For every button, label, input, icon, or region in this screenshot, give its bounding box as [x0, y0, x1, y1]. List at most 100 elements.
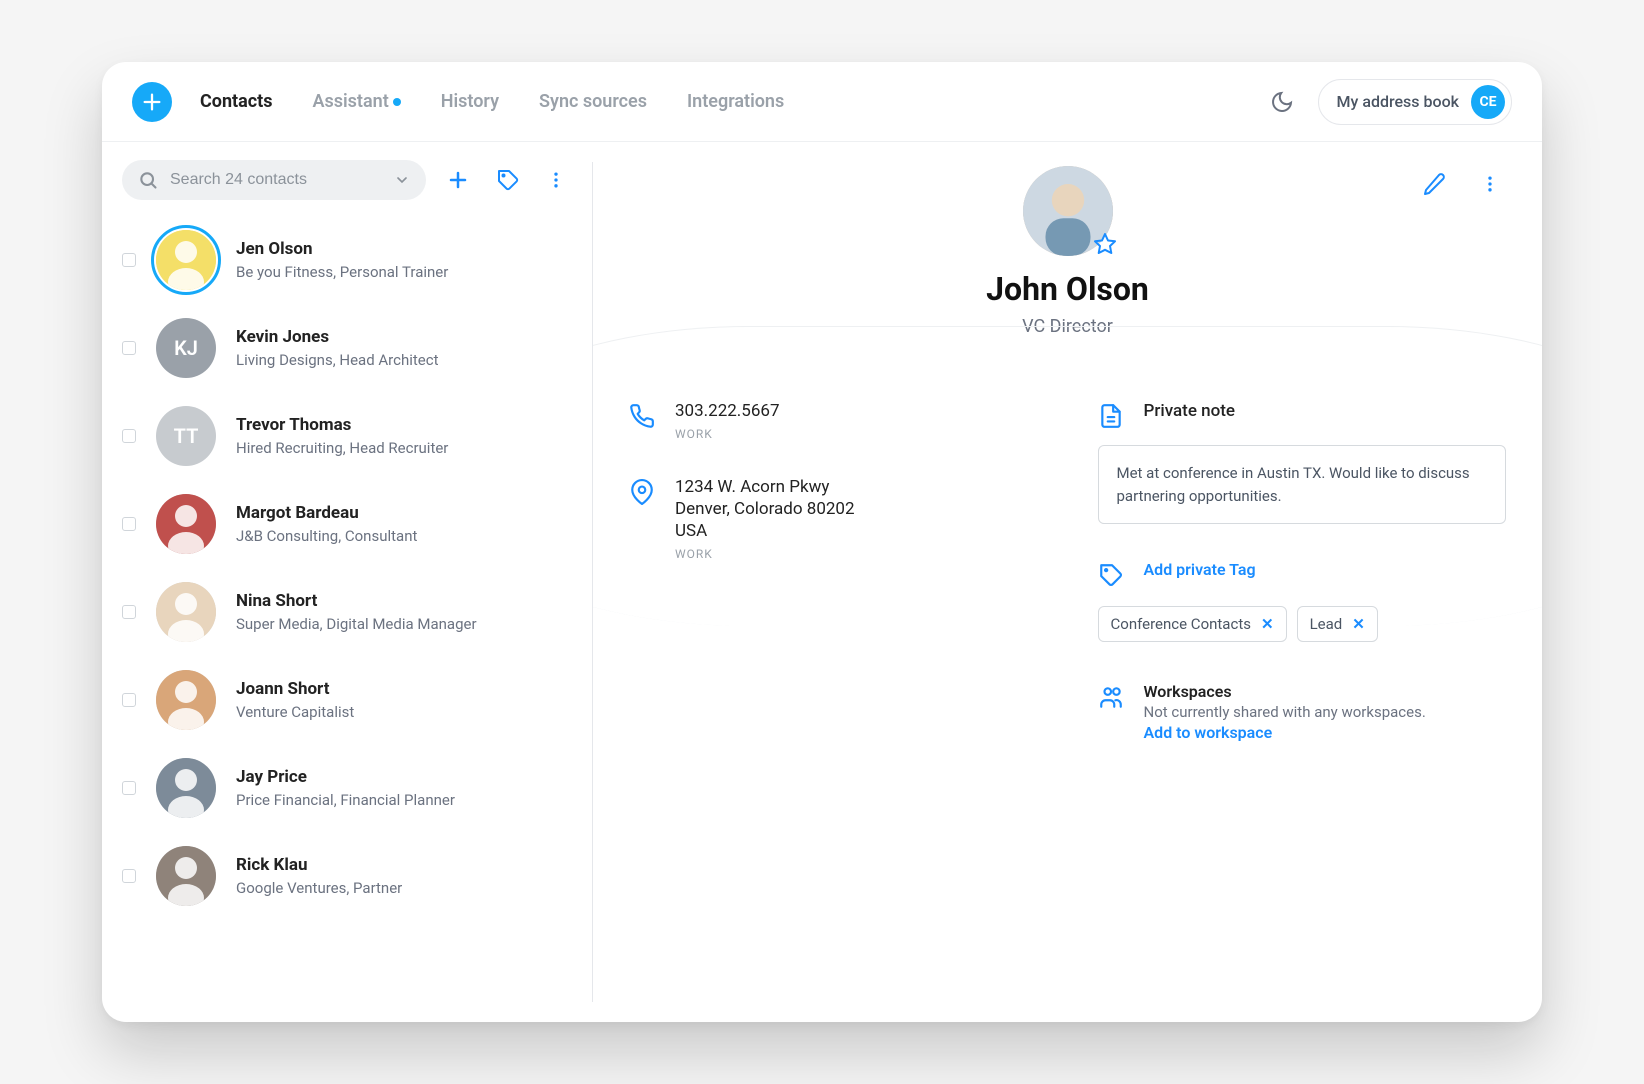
- contact-checkbox[interactable]: [122, 869, 136, 883]
- address-row[interactable]: 1234 W. Acorn PkwyDenver, Colorado 80202…: [629, 477, 1038, 561]
- workspaces-icon: [1098, 684, 1124, 710]
- workspace-selector[interactable]: My address book CE: [1318, 79, 1512, 125]
- note-text[interactable]: Met at conference in Austin TX. Would li…: [1098, 445, 1507, 524]
- more-button[interactable]: [540, 164, 572, 196]
- contact-row[interactable]: Joann ShortVenture Capitalist: [122, 656, 572, 744]
- contact-checkbox[interactable]: [122, 517, 136, 531]
- contact-subtitle: Super Media, Digital Media Manager: [236, 615, 477, 633]
- contact-name: Margot Bardeau: [236, 503, 417, 523]
- moon-icon: [1270, 90, 1294, 114]
- logo-plus-icon: [141, 91, 163, 113]
- note-icon: [1098, 403, 1124, 429]
- contact-subtitle: Google Ventures, Partner: [236, 879, 402, 897]
- contact-name: Trevor Thomas: [236, 415, 448, 435]
- add-tag-link[interactable]: Add private Tag: [1144, 560, 1256, 579]
- add-contact-button[interactable]: [440, 162, 476, 198]
- contact-list[interactable]: Jen OlsonBe you Fitness, Personal Traine…: [122, 210, 572, 1022]
- search-field[interactable]: [122, 160, 426, 200]
- contact-row[interactable]: Nina ShortSuper Media, Digital Media Man…: [122, 568, 572, 656]
- body: Jen OlsonBe you Fitness, Personal Traine…: [102, 142, 1542, 1022]
- topbar: Contacts Assistant History Sync sources Inte…: [102, 62, 1542, 142]
- contact-meta: Joann ShortVenture Capitalist: [236, 679, 354, 721]
- contact-avatar[interactable]: KJ: [156, 318, 216, 378]
- phone-label: WORK: [675, 427, 780, 441]
- contact-subtitle: Price Financial, Financial Planner: [236, 791, 455, 809]
- map-pin-icon: [629, 479, 655, 505]
- contact-row[interactable]: TTTrevor ThomasHired Recruiting, Head Re…: [122, 392, 572, 480]
- contact-checkbox[interactable]: [122, 781, 136, 795]
- contact-row[interactable]: Jay PricePrice Financial, Financial Plan…: [122, 744, 572, 832]
- contact-name: Kevin Jones: [236, 327, 438, 347]
- star-icon[interactable]: [1093, 232, 1117, 256]
- tag-remove-icon[interactable]: ✕: [1261, 615, 1274, 633]
- contact-row[interactable]: Margot Bardeau J&B Consulting, Consultant: [122, 480, 572, 568]
- contact-checkbox[interactable]: [122, 341, 136, 355]
- contact-avatar[interactable]: [156, 582, 216, 642]
- user-avatar-badge: CE: [1471, 85, 1505, 119]
- contact-avatar[interactable]: [156, 846, 216, 906]
- workspaces-title: Workspaces: [1144, 682, 1426, 701]
- theme-toggle[interactable]: [1264, 84, 1300, 120]
- contact-name: Jen Olson: [236, 239, 448, 259]
- contact-subtitle: J&B Consulting, Consultant: [236, 527, 417, 545]
- nav-notification-dot: [393, 98, 401, 106]
- contact-avatar[interactable]: [156, 494, 216, 554]
- tag-label: Lead: [1310, 615, 1343, 633]
- contact-title: VC Director: [1022, 316, 1113, 337]
- contact-avatar[interactable]: [156, 758, 216, 818]
- nav-item-history[interactable]: History: [441, 91, 499, 112]
- address-line: 1234 W. Acorn Pkwy: [675, 477, 855, 497]
- phone-row[interactable]: 303.222.5667 WORK: [629, 401, 1038, 441]
- nav-item-integrations[interactable]: Integrations: [687, 91, 784, 112]
- search-input[interactable]: [170, 171, 382, 189]
- address-line: Denver, Colorado 80202: [675, 499, 855, 519]
- tag-remove-icon[interactable]: ✕: [1352, 615, 1365, 633]
- tag-button[interactable]: [490, 162, 526, 198]
- right-column: Private note Met at conference in Austin…: [1098, 401, 1507, 742]
- workspace-label: My address book: [1337, 92, 1459, 111]
- contact-checkbox[interactable]: [122, 693, 136, 707]
- address-line: USA: [675, 521, 855, 541]
- contact-checkbox[interactable]: [122, 253, 136, 267]
- contact-row[interactable]: Rick KlauGoogle Ventures, Partner: [122, 832, 572, 920]
- nav-item-contacts[interactable]: Contacts: [200, 91, 272, 112]
- tag-icon: [1098, 562, 1124, 588]
- tag-chip[interactable]: Lead ✕: [1297, 606, 1378, 642]
- note-label: Private note: [1144, 401, 1236, 421]
- contact-meta: Jay PricePrice Financial, Financial Plan…: [236, 767, 455, 809]
- address-label: WORK: [675, 547, 855, 561]
- plus-icon: [446, 168, 470, 192]
- app-logo[interactable]: [132, 82, 172, 122]
- dots-vertical-icon: [546, 170, 566, 190]
- contact-name: John Olson: [986, 270, 1149, 308]
- add-tag-row[interactable]: Add private Tag: [1098, 560, 1507, 592]
- add-to-workspace-link[interactable]: Add to workspace: [1144, 723, 1426, 742]
- tag-label: Conference Contacts: [1111, 615, 1251, 633]
- sidebar-tools: [122, 160, 572, 210]
- tag-chip[interactable]: Conference Contacts ✕: [1098, 606, 1287, 642]
- nav-item-sync-sources[interactable]: Sync sources: [539, 91, 647, 112]
- contact-detail: John Olson VC Director 303.222.5667 WORK: [593, 142, 1542, 1022]
- contact-meta: Margot Bardeau J&B Consulting, Consultant: [236, 503, 417, 545]
- tag-list: Conference Contacts ✕ Lead ✕: [1098, 606, 1507, 642]
- nav-item-assistant[interactable]: Assistant: [312, 91, 400, 112]
- workspaces-subtitle: Not currently shared with any workspaces…: [1144, 703, 1426, 721]
- chevron-down-icon[interactable]: [394, 172, 410, 188]
- workspaces-row: Workspaces Not currently shared with any…: [1098, 682, 1507, 742]
- tag-icon: [496, 168, 520, 192]
- contact-row[interactable]: KJKevin JonesLiving Designs, Head Archit…: [122, 304, 572, 392]
- contact-avatar[interactable]: [156, 670, 216, 730]
- contact-meta: Rick KlauGoogle Ventures, Partner: [236, 855, 402, 897]
- contacts-sidebar: Jen OlsonBe you Fitness, Personal Traine…: [102, 142, 592, 1022]
- app-window: Contacts Assistant History Sync sources Inte…: [102, 62, 1542, 1022]
- left-column: 303.222.5667 WORK 1234 W. Acorn PkwyDenv…: [629, 401, 1038, 742]
- contact-checkbox[interactable]: [122, 605, 136, 619]
- contact-avatar[interactable]: TT: [156, 406, 216, 466]
- topbar-right: My address book CE: [1264, 79, 1512, 125]
- phone-value: 303.222.5667: [675, 401, 780, 421]
- contact-avatar[interactable]: [156, 230, 216, 290]
- contact-meta: Nina ShortSuper Media, Digital Media Man…: [236, 591, 477, 633]
- contact-checkbox[interactable]: [122, 429, 136, 443]
- contact-row[interactable]: Jen OlsonBe you Fitness, Personal Traine…: [122, 216, 572, 304]
- note-header: Private note: [1098, 401, 1507, 433]
